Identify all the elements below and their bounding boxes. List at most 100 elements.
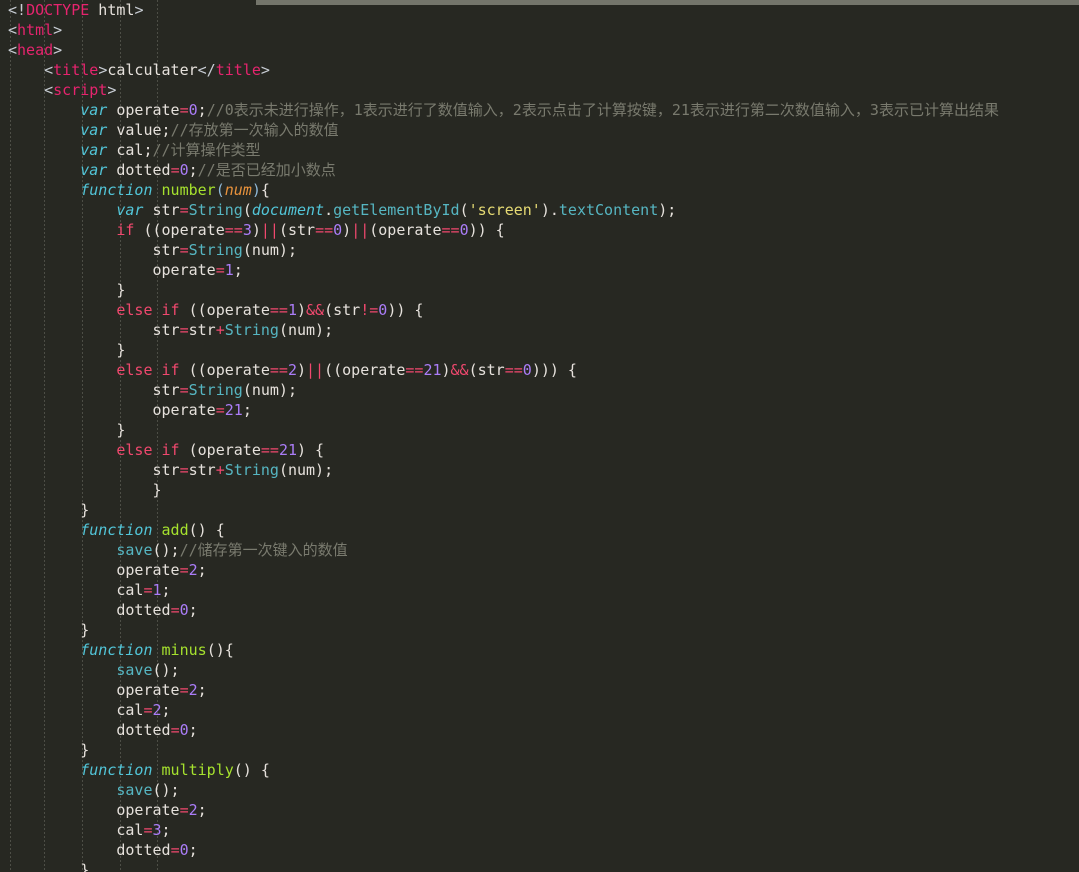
token-plain: (num); xyxy=(242,241,297,259)
token-plain: ); xyxy=(658,201,677,219)
token-operator: = xyxy=(170,161,180,179)
token-punct: > xyxy=(107,81,117,99)
code-line[interactable]: save(); xyxy=(0,780,1079,800)
code-line[interactable]: function multiply() { xyxy=(0,760,1079,780)
code-line[interactable]: save();//储存第一次键入的数值 xyxy=(0,540,1079,560)
token-call: save xyxy=(116,661,153,679)
code-line[interactable]: } xyxy=(0,860,1079,872)
token-plain: ; xyxy=(188,841,198,859)
code-line[interactable]: function add() { xyxy=(0,520,1079,540)
code-line[interactable]: str=str+String(num); xyxy=(0,460,1079,480)
code-line[interactable]: else if (operate==21) { xyxy=(0,440,1079,460)
token-operator: = xyxy=(143,821,153,839)
code-line[interactable]: <title>calculater</title> xyxy=(0,60,1079,80)
token-plain: ; xyxy=(188,161,198,179)
token-tag: title xyxy=(215,61,261,79)
code-editor[interactable]: <!DOCTYPE html> <html> <head> <title>calcu… xyxy=(0,0,1079,872)
code-line[interactable]: cal=1; xyxy=(0,580,1079,600)
token-plain: } xyxy=(80,741,90,759)
token-plain: (); xyxy=(152,541,180,559)
token-call: String xyxy=(188,201,243,219)
code-line[interactable]: dotted=0; xyxy=(0,720,1079,740)
token-operator: == xyxy=(260,441,279,459)
code-line[interactable]: operate=2; xyxy=(0,680,1079,700)
token-plain: } xyxy=(80,501,90,519)
token-operator: = xyxy=(179,101,189,119)
token-number: 0 xyxy=(188,101,198,119)
token-operator: = xyxy=(179,461,189,479)
code-line[interactable]: dotted=0; xyxy=(0,600,1079,620)
token-number: 3 xyxy=(152,821,162,839)
code-line[interactable]: } xyxy=(0,280,1079,300)
token-func: number xyxy=(161,181,216,199)
token-call: textContent xyxy=(558,201,659,219)
code-line[interactable]: else if ((operate==2)||((operate==21)&&(… xyxy=(0,360,1079,380)
token-plain: value; xyxy=(107,121,171,139)
token-plain: str xyxy=(143,201,180,219)
code-line[interactable]: cal=2; xyxy=(0,700,1079,720)
token-plain: (num); xyxy=(278,321,334,339)
token-plain: (str xyxy=(278,221,316,239)
code-line[interactable]: operate=2; xyxy=(0,560,1079,580)
code-line[interactable]: } xyxy=(0,480,1079,500)
code-line[interactable]: cal=3; xyxy=(0,820,1079,840)
token-number: 21 xyxy=(423,361,442,379)
code-line[interactable]: save(); xyxy=(0,660,1079,680)
token-plain: ; xyxy=(242,401,252,419)
token-operator: = xyxy=(179,241,189,259)
code-content[interactable]: <!DOCTYPE html> <html> <head> <title>calcu… xyxy=(0,0,1079,872)
code-line[interactable]: } xyxy=(0,500,1079,520)
code-line[interactable]: var value;//存放第一次输入的数值 xyxy=(0,120,1079,140)
token-plain: operate xyxy=(116,561,180,579)
code-line[interactable]: function number(num){ xyxy=(0,180,1079,200)
token-plain: } xyxy=(80,861,90,872)
code-line[interactable]: str=str+String(num); xyxy=(0,320,1079,340)
token-paren: ( xyxy=(215,181,225,199)
code-line[interactable]: var cal;//计算操作类型 xyxy=(0,140,1079,160)
token-plain: ( xyxy=(459,201,469,219)
token-operator: || xyxy=(351,221,370,239)
code-line[interactable]: function minus(){ xyxy=(0,640,1079,660)
token-call: save xyxy=(116,781,153,799)
code-line[interactable]: str=String(num); xyxy=(0,240,1079,260)
token-comment: //计算操作类型 xyxy=(152,141,261,159)
code-line[interactable]: else if ((operate==1)&&(str!=0)) { xyxy=(0,300,1079,320)
code-line[interactable]: var dotted=0;//是否已经加小数点 xyxy=(0,160,1079,180)
code-line[interactable]: } xyxy=(0,420,1079,440)
code-line[interactable]: operate=2; xyxy=(0,800,1079,820)
token-punct: > xyxy=(53,41,63,59)
token-call: String xyxy=(188,381,243,399)
code-line[interactable]: <script> xyxy=(0,80,1079,100)
code-line[interactable]: } xyxy=(0,620,1079,640)
token-plain: operate xyxy=(152,401,216,419)
code-line[interactable]: operate=21; xyxy=(0,400,1079,420)
code-line[interactable]: dotted=0; xyxy=(0,840,1079,860)
token-operator: + xyxy=(215,461,225,479)
code-line[interactable]: <html> xyxy=(0,20,1079,40)
code-line[interactable]: operate=1; xyxy=(0,260,1079,280)
code-line[interactable]: var str=String(document.getElementById('… xyxy=(0,200,1079,220)
code-line[interactable]: } xyxy=(0,340,1079,360)
code-line[interactable]: } xyxy=(0,740,1079,760)
token-plain: ; xyxy=(188,721,198,739)
code-line[interactable]: if ((operate==3)||(str==0)||(operate==0)… xyxy=(0,220,1079,240)
token-operator: = xyxy=(179,321,189,339)
token-call: save xyxy=(116,541,153,559)
code-line[interactable]: str=String(num); xyxy=(0,380,1079,400)
code-line[interactable]: <!DOCTYPE html> xyxy=(0,0,1079,20)
token-plain: (operate xyxy=(369,221,442,239)
code-line[interactable]: <head> xyxy=(0,40,1079,60)
token-plain: ((operate xyxy=(324,361,406,379)
token-plain: ( xyxy=(242,201,252,219)
code-line[interactable]: var operate=0;//0表示未进行操作，1表示进行了数值输入，2表示点… xyxy=(0,100,1079,120)
token-plain: cal; xyxy=(107,141,153,159)
